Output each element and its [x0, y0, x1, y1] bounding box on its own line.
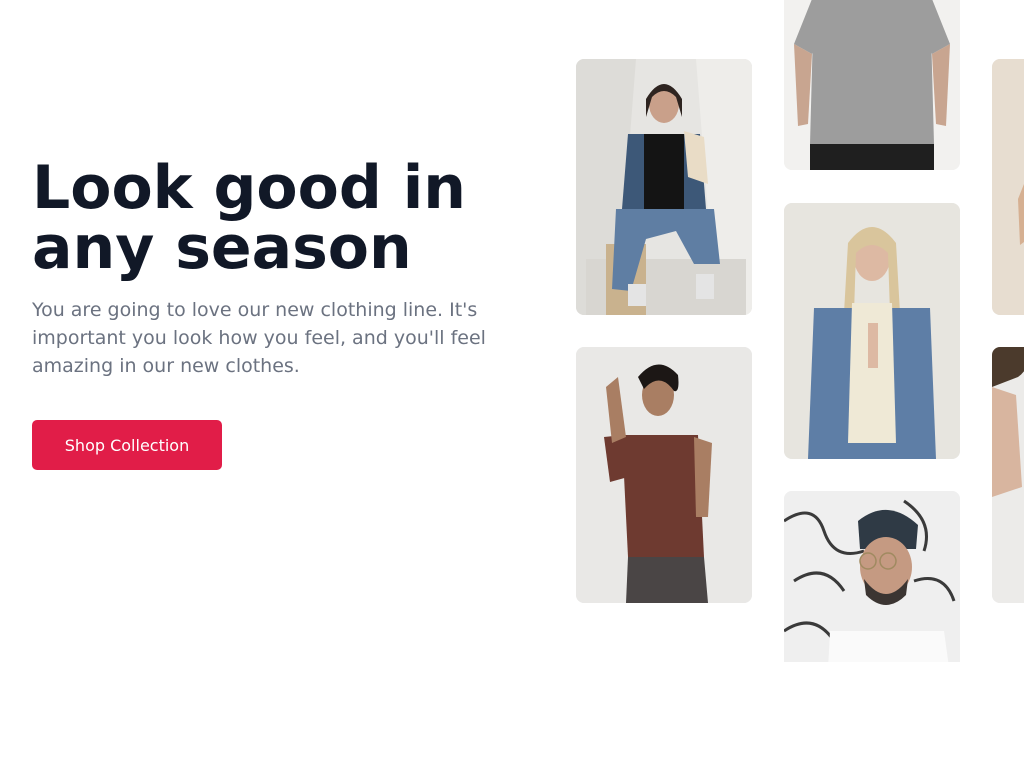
product-image-woman-denim-jacket[interactable] — [576, 59, 752, 315]
product-image-partial-top[interactable] — [992, 59, 1024, 315]
shop-collection-button[interactable]: Shop Collection — [32, 420, 222, 470]
product-image-grey-tshirt[interactable] — [784, 0, 960, 170]
page-title: Look good in any season — [32, 158, 532, 278]
image-column-3 — [784, 0, 960, 662]
product-image-man-brown-tshirt[interactable] — [576, 347, 752, 603]
hero-description: You are going to love our new clothing l… — [32, 299, 486, 377]
hero-section: Look good in any season You are going to… — [0, 0, 1024, 768]
product-image-woman-blonde-denim[interactable] — [784, 203, 960, 459]
hero-text-block: Look good in any season You are going to… — [32, 158, 532, 380]
headline-line-2: any season — [32, 213, 412, 283]
product-image-man-beanie-glasses[interactable] — [784, 491, 960, 662]
product-image-partial-bottom[interactable] — [992, 347, 1024, 603]
